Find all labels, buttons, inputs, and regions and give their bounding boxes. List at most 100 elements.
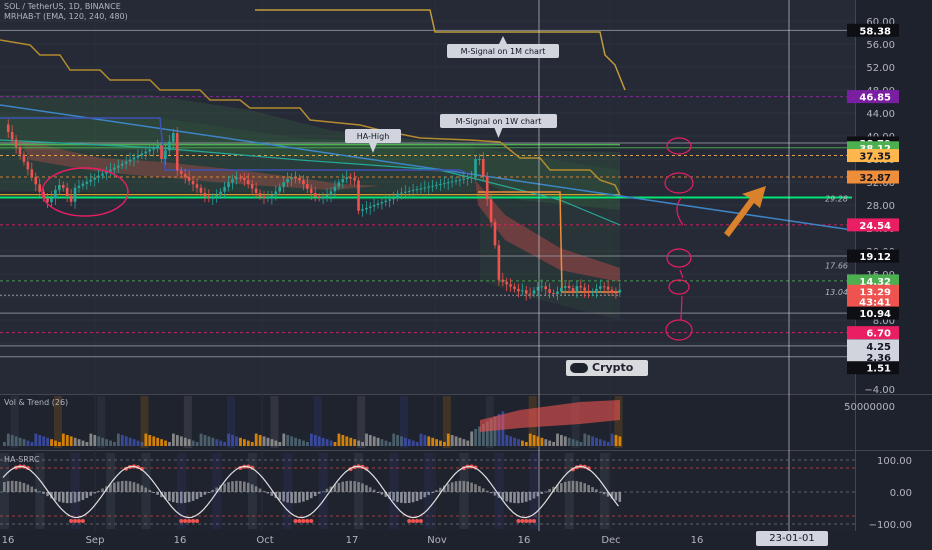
oscillator-signal-dot [301,519,306,523]
volume-bar [415,442,419,446]
histogram-bar [415,492,419,501]
price-chart[interactable]: M-Signal on 1M chart HA-High M-Signal on 1… [0,0,932,550]
candle [341,179,345,183]
candle [77,185,81,188]
oscillator-highlight [389,453,399,529]
volume-bar [392,433,396,446]
candle [599,286,602,289]
volume-bar [136,440,140,446]
candle [485,176,489,200]
histogram-bar [223,483,226,492]
histogram-bar [227,482,230,492]
oscillator-signal-dot [415,519,419,523]
volume-bar [203,435,207,446]
svg-text:46.85: 46.85 [859,93,891,104]
volume-bar [384,440,388,446]
volume-bar [388,442,392,446]
candle [396,193,399,198]
histogram-bar [313,492,317,497]
histogram-bar [365,485,368,492]
histogram-bar [168,492,171,501]
histogram-bar [10,480,14,492]
candle [207,196,211,198]
candle [423,187,427,189]
histogram-bar [325,488,329,492]
price-axis-tick: 44.00 [866,109,895,120]
histogram-bar [61,492,65,503]
volume-bar [548,440,552,446]
histogram-bar [544,491,547,493]
price-axis-tick: −4.00 [864,385,895,396]
candle [85,181,89,184]
candle [128,159,132,162]
oscillator-signal-dot [179,519,184,523]
volume-bar [411,440,415,446]
oscillator-signal-dot [532,519,536,523]
volume-bar [239,437,242,446]
histogram-bar [266,492,270,494]
volume-bar [423,435,427,446]
histogram-bar [97,490,100,492]
candle [321,197,325,199]
histogram-bar [466,481,469,492]
price-axis-tick: 56.00 [866,40,895,51]
volume-bar [606,442,610,446]
histogram-bar [509,492,512,503]
volume-bar [195,442,199,446]
oscillator-signal-dot [76,519,81,523]
symbol-legend[interactable]: SOL / TetherUS, 1D, BINANCE [4,2,121,11]
candle [337,182,341,187]
candle [560,287,563,292]
histogram-bar [30,486,34,492]
candle [227,182,230,188]
candle [270,195,274,198]
volume-bar [18,437,22,446]
candle [556,291,559,295]
candle [160,145,163,159]
overlay-legend[interactable]: MRHAB-T (EMA, 120, 240, 480) [4,12,128,21]
volume-bar [171,433,175,446]
candle [329,191,333,196]
candle [524,290,528,294]
candle [544,286,547,290]
price-label: 10.94 [847,306,899,320]
candle [69,195,73,202]
candle [302,180,305,185]
candle [258,192,262,197]
histogram-bar [380,492,384,495]
volume-pane-legend[interactable]: Vol & Trend (26) [4,398,68,407]
volume-bar [116,433,120,446]
histogram-bar [258,488,262,492]
volume-bar [109,440,112,446]
histogram-bar [85,492,89,498]
histogram-bar [152,492,155,493]
volume-bar [595,437,598,446]
volume-bar [191,440,195,446]
volume-bar [246,440,250,446]
candle [540,286,544,288]
candle [380,202,384,204]
volume-bar [156,437,160,446]
candle [109,169,112,172]
candle [14,139,18,147]
volume-bar [254,433,258,446]
histogram-bar [505,492,508,502]
volume-highlight [357,396,366,448]
oscillator-pane-legend[interactable]: HA-SRRC [4,455,40,464]
candle [411,190,415,192]
volume-bar [329,440,333,446]
volume-bar [462,439,466,446]
volume-highlight [400,396,408,448]
histogram-bar [128,481,132,492]
volume-bar [591,436,594,446]
candle [345,177,349,180]
candle [211,197,215,199]
time-axis-tick: Sep [86,535,105,546]
volume-bar [587,435,591,446]
volume-bar [250,442,254,446]
candle [384,200,388,203]
candle [246,180,250,184]
candle [505,282,508,285]
candle [521,290,524,292]
volume-bar [50,439,53,446]
